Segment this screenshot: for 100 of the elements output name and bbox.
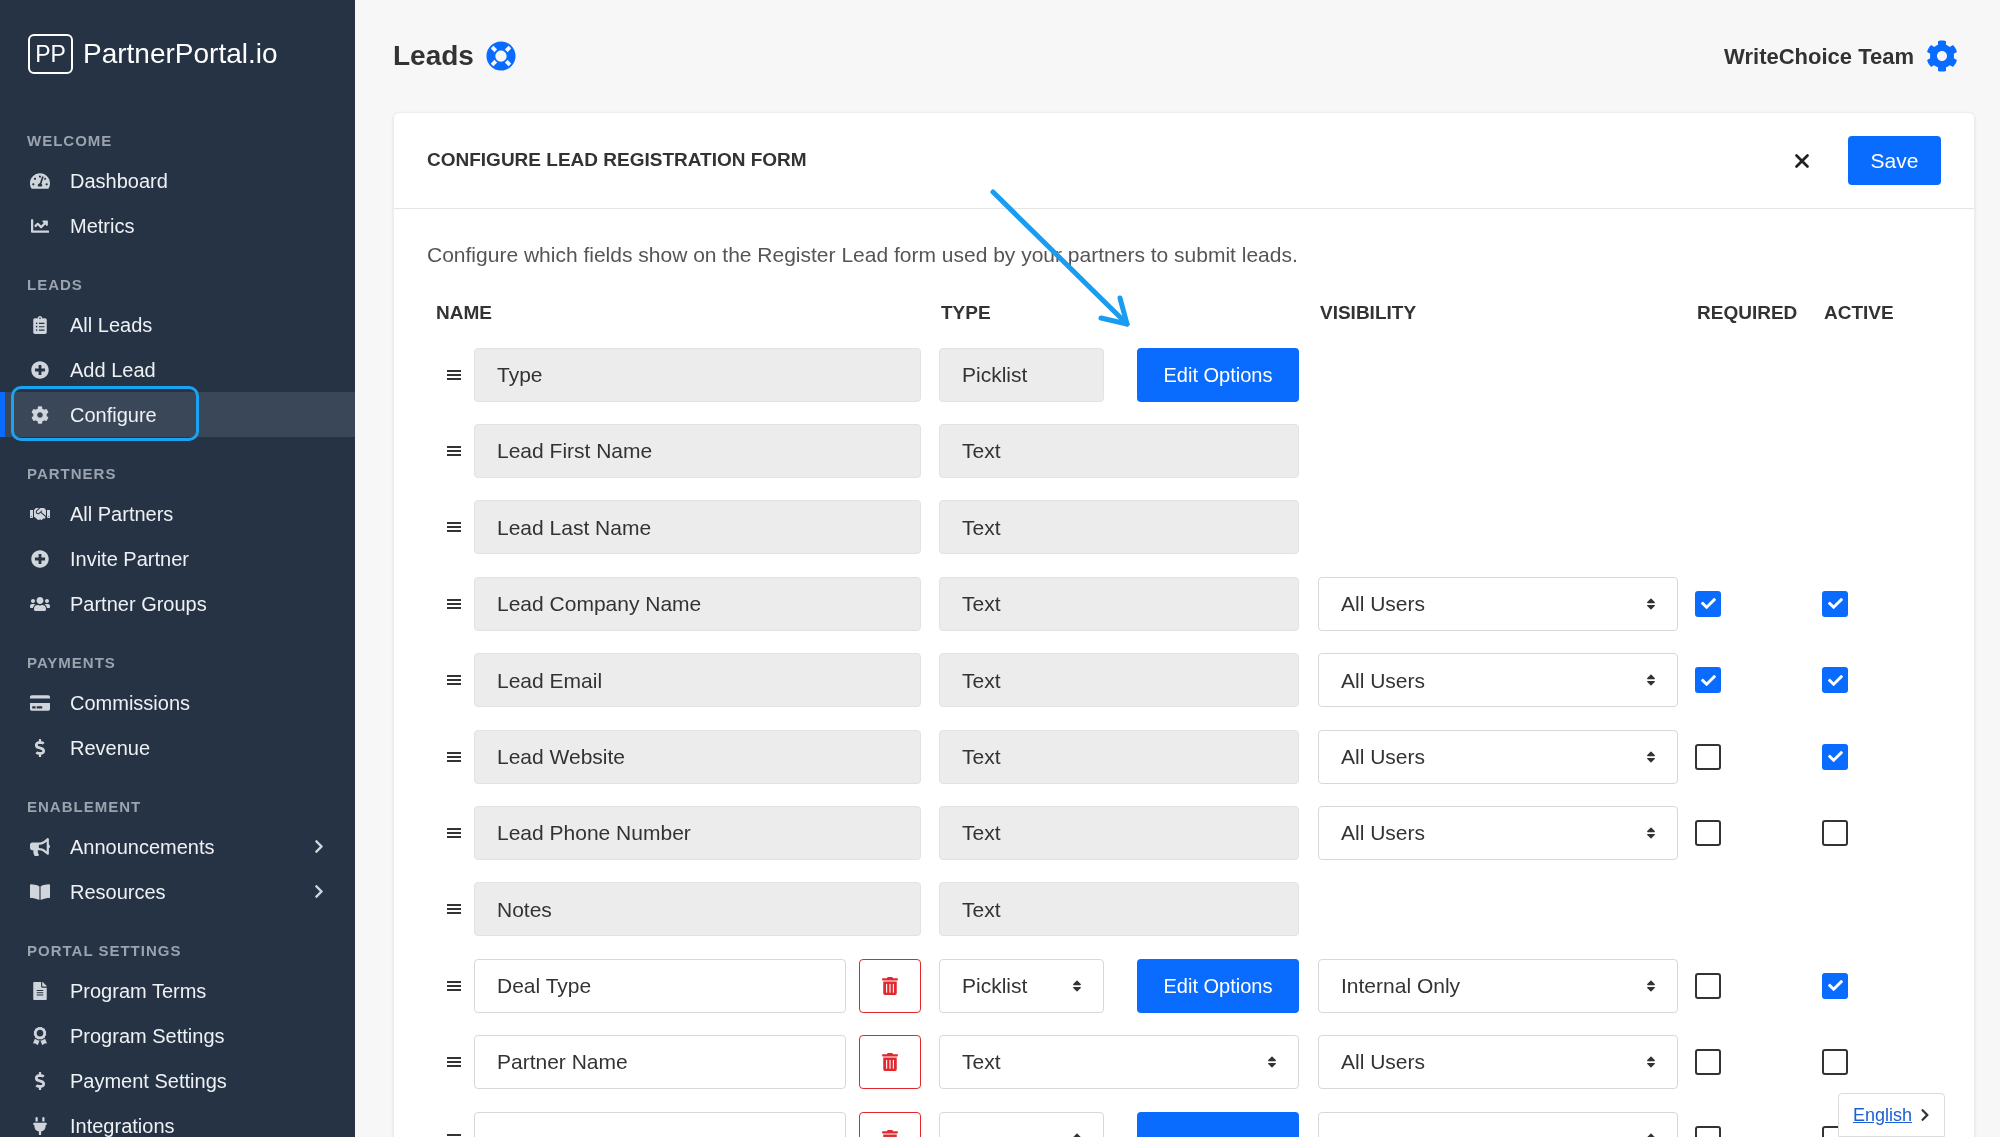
visibility-select[interactable]: All Users xyxy=(1318,653,1678,708)
checkbox[interactable] xyxy=(1695,743,1721,770)
select-arrows-icon xyxy=(1645,596,1657,611)
column-header: NAME xyxy=(436,301,493,326)
checkbox[interactable] xyxy=(1822,972,1848,999)
drag-handle-icon[interactable] xyxy=(446,674,462,687)
name-field[interactable]: Partner Name xyxy=(474,1035,846,1090)
name-field: Lead Website xyxy=(474,729,921,784)
save-button[interactable]: Save xyxy=(1848,136,1941,185)
drag-handle-icon[interactable] xyxy=(446,903,462,916)
nav-item[interactable]: Program Terms xyxy=(0,968,355,1013)
checkbox[interactable] xyxy=(1695,1049,1721,1076)
nav-item[interactable]: Dashboard xyxy=(0,158,355,203)
select-arrows-icon xyxy=(1266,1055,1278,1070)
checkbox[interactable] xyxy=(1822,743,1848,770)
name-field: Lead First Name xyxy=(474,424,921,479)
check-icon xyxy=(1827,672,1843,688)
drag-handle-icon[interactable] xyxy=(446,368,462,381)
checkbox[interactable] xyxy=(1822,820,1848,847)
visibility-select[interactable]: All Users xyxy=(1318,806,1678,861)
type-field: Text xyxy=(939,653,1299,708)
language-link[interactable]: English xyxy=(1853,1101,1913,1129)
section-heading: PARTNERS xyxy=(26,463,118,484)
trash-icon xyxy=(882,1053,898,1072)
select-arrows-icon xyxy=(1645,749,1657,764)
gauge-icon xyxy=(30,171,50,190)
settings-icon xyxy=(30,405,50,424)
check-icon xyxy=(1827,596,1843,612)
checkbox[interactable] xyxy=(1822,590,1848,617)
column-header: ACTIVE xyxy=(1824,301,1894,326)
help-icon[interactable] xyxy=(485,41,516,71)
select-arrows-icon xyxy=(1645,673,1657,688)
column-header: TYPE xyxy=(941,301,992,326)
check-icon xyxy=(1700,596,1716,612)
type-select[interactable]: Picklist xyxy=(939,958,1104,1013)
section-heading: PORTAL SETTINGS xyxy=(26,940,183,961)
nav-item[interactable]: Configure xyxy=(0,392,355,437)
nav-item[interactable]: Resources xyxy=(0,869,355,914)
nav-item[interactable]: Payment Settings xyxy=(0,1058,355,1103)
section-heading: PAYMENTS xyxy=(26,652,117,673)
drag-handle-icon[interactable] xyxy=(446,979,462,992)
language-menu[interactable]: English xyxy=(1838,1093,1945,1137)
nav-item[interactable]: Partner Groups xyxy=(0,581,355,626)
visibility-select[interactable]: Internal Only xyxy=(1318,958,1678,1013)
visibility-select[interactable]: All Users xyxy=(1318,576,1678,631)
select-arrows-icon xyxy=(1645,978,1657,993)
page-title: Leads xyxy=(393,39,474,73)
type-field: Picklist xyxy=(939,347,1104,402)
checkbox[interactable] xyxy=(1822,667,1848,694)
edit-options-button[interactable]: Edit Options xyxy=(1137,958,1299,1013)
delete-button[interactable] xyxy=(859,1035,921,1090)
check-icon xyxy=(1700,672,1716,688)
check-icon xyxy=(1827,749,1843,765)
settings-icon[interactable] xyxy=(1926,40,1958,72)
name-field[interactable]: Deal Type xyxy=(474,958,846,1013)
checkbox[interactable] xyxy=(1695,972,1721,999)
column-header: VISIBILITY xyxy=(1320,301,1418,326)
chevron-right-icon xyxy=(313,839,325,854)
nav-item[interactable]: All Leads xyxy=(0,302,355,347)
form-title: CONFIGURE LEAD REGISTRATION FORM xyxy=(427,148,807,173)
drag-handle-icon[interactable] xyxy=(446,521,462,534)
drag-handle-icon[interactable] xyxy=(446,827,462,840)
brand-name: PartnerPortal.io xyxy=(83,37,278,71)
visibility-select[interactable]: All Users xyxy=(1318,1035,1678,1090)
drag-handle-icon[interactable] xyxy=(446,445,462,458)
logo-mark: PP xyxy=(28,34,73,74)
visibility-select[interactable]: All Users xyxy=(1318,729,1678,784)
trash-icon xyxy=(882,976,898,995)
select-arrows-icon xyxy=(1645,1055,1657,1070)
nav-item[interactable]: Integrations xyxy=(0,1103,355,1137)
drag-handle-icon[interactable] xyxy=(446,597,462,610)
chevron-right-icon xyxy=(1920,1108,1930,1122)
checkbox[interactable] xyxy=(1822,1049,1848,1076)
nav-item[interactable]: Revenue xyxy=(0,725,355,770)
edit-options-button[interactable]: Edit Options xyxy=(1137,347,1299,402)
drag-handle-icon[interactable] xyxy=(446,750,462,763)
checkbox[interactable] xyxy=(1695,667,1721,694)
delete-button[interactable] xyxy=(859,958,921,1013)
select-arrows-icon xyxy=(1071,978,1083,993)
nav-item[interactable]: Add Lead xyxy=(0,347,355,392)
team-name[interactable]: WriteChoice Team xyxy=(1724,39,1914,73)
nav-item[interactable]: Announcements xyxy=(0,824,355,869)
nav-item[interactable]: Metrics xyxy=(0,203,355,248)
checkbox[interactable] xyxy=(1695,820,1721,847)
check-icon xyxy=(1827,978,1843,994)
nav-item[interactable]: All Partners xyxy=(0,491,355,536)
credit-card-icon xyxy=(30,693,50,712)
section-heading: WELCOME xyxy=(26,130,114,151)
type-field: Text xyxy=(939,806,1299,861)
checkbox[interactable] xyxy=(1695,590,1721,617)
nav-item[interactable]: Program Settings xyxy=(0,1013,355,1058)
type-select[interactable]: Text xyxy=(939,1035,1299,1090)
column-header: REQUIRED xyxy=(1697,301,1799,326)
drag-handle-icon[interactable] xyxy=(446,1056,462,1069)
chevron-right-icon xyxy=(313,884,325,899)
select-arrows-icon xyxy=(1645,826,1657,841)
plug-icon xyxy=(30,1116,50,1135)
name-field: Lead Company Name xyxy=(474,576,921,631)
nav-item[interactable]: Commissions xyxy=(0,680,355,725)
nav-item[interactable]: Invite Partner xyxy=(0,536,355,581)
